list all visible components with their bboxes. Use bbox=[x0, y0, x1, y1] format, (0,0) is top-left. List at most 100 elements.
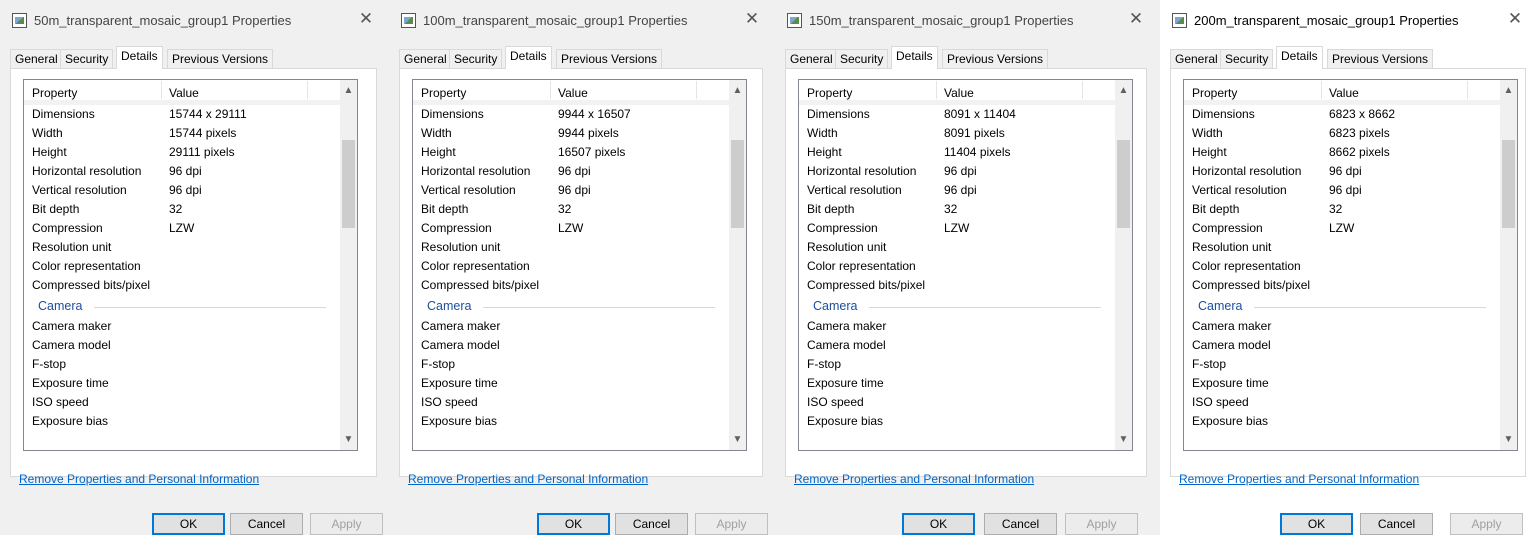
title-bar[interactable]: 150m_transparent_mosaic_group1 Propertie… bbox=[775, 0, 1158, 40]
list-item[interactable]: Exposure bias bbox=[413, 412, 729, 431]
list-item[interactable]: Width 8091 pixels bbox=[799, 124, 1115, 143]
list-item[interactable]: Camera model bbox=[24, 336, 340, 355]
list-item[interactable]: Camera maker bbox=[24, 317, 340, 336]
vertical-scrollbar[interactable]: ▲ ▼ bbox=[729, 80, 746, 450]
tab-details[interactable]: Details bbox=[116, 46, 163, 69]
list-item[interactable]: Width 6823 pixels bbox=[1184, 124, 1500, 143]
list-item[interactable]: Dimensions 8091 x 11404 bbox=[799, 105, 1115, 124]
list-item[interactable]: Resolution unit bbox=[413, 238, 729, 257]
cancel-button[interactable]: Cancel bbox=[615, 513, 688, 535]
list-item[interactable]: Exposure time bbox=[1184, 374, 1500, 393]
list-item[interactable]: Compressed bits/pixel bbox=[24, 276, 340, 295]
list-item[interactable]: Color representation bbox=[1184, 257, 1500, 276]
list-item[interactable]: Camera maker bbox=[799, 317, 1115, 336]
list-item[interactable]: Horizontal resolution 96 dpi bbox=[413, 162, 729, 181]
chevron-down-icon[interactable]: ▼ bbox=[1500, 431, 1517, 448]
tab-general[interactable]: General bbox=[399, 49, 452, 68]
list-item[interactable]: Vertical resolution 96 dpi bbox=[1184, 181, 1500, 200]
list-item[interactable]: Horizontal resolution 96 dpi bbox=[1184, 162, 1500, 181]
tab-security[interactable]: Security bbox=[835, 49, 889, 68]
column-header-property[interactable]: Property bbox=[421, 86, 466, 100]
property-list[interactable]: Image ID Dimensions6823 x 8662Width6823 … bbox=[1183, 79, 1518, 451]
chevron-down-icon[interactable]: ▼ bbox=[1115, 431, 1132, 448]
cancel-button[interactable]: Cancel bbox=[984, 513, 1057, 535]
column-divider[interactable] bbox=[161, 81, 162, 99]
tab-security[interactable]: Security bbox=[60, 49, 114, 68]
ok-button[interactable]: OK bbox=[902, 513, 975, 535]
column-header-property[interactable]: Property bbox=[1192, 86, 1237, 100]
column-divider[interactable] bbox=[696, 81, 697, 99]
list-item[interactable]: F-stop bbox=[413, 355, 729, 374]
ok-button[interactable]: OK bbox=[537, 513, 610, 535]
list-item[interactable]: Resolution unit bbox=[799, 238, 1115, 257]
list-item[interactable]: Color representation bbox=[799, 257, 1115, 276]
group-header-camera[interactable]: Camera bbox=[799, 295, 1115, 317]
list-item[interactable]: Resolution unit bbox=[24, 238, 340, 257]
vertical-scrollbar[interactable]: ▲ ▼ bbox=[1115, 80, 1132, 450]
list-item[interactable]: ISO speed bbox=[1184, 393, 1500, 412]
list-item[interactable]: Compression LZW bbox=[799, 219, 1115, 238]
list-item[interactable]: Vertical resolution 96 dpi bbox=[24, 181, 340, 200]
tab-security[interactable]: Security bbox=[1220, 49, 1274, 68]
property-list[interactable]: Image ID Dimensions8091 x 11404Width8091… bbox=[798, 79, 1133, 451]
scrollbar-thumb[interactable] bbox=[731, 140, 744, 228]
group-header-camera[interactable]: Camera bbox=[24, 295, 340, 317]
list-item[interactable]: Exposure time bbox=[413, 374, 729, 393]
title-bar[interactable]: 50m_transparent_mosaic_group1 Properties… bbox=[0, 0, 388, 40]
list-item[interactable]: ISO speed bbox=[413, 393, 729, 412]
apply-button[interactable]: Apply bbox=[310, 513, 383, 535]
list-item[interactable]: Compression LZW bbox=[1184, 219, 1500, 238]
list-item[interactable]: Height 11404 pixels bbox=[799, 143, 1115, 162]
vertical-scrollbar[interactable]: ▲ ▼ bbox=[1500, 80, 1517, 450]
scrollbar-thumb[interactable] bbox=[1502, 140, 1515, 228]
apply-button[interactable]: Apply bbox=[1450, 513, 1523, 535]
list-item[interactable]: Horizontal resolution 96 dpi bbox=[24, 162, 340, 181]
remove-properties-link[interactable]: Remove Properties and Personal Informati… bbox=[1179, 472, 1419, 486]
list-item[interactable]: F-stop bbox=[1184, 355, 1500, 374]
list-item[interactable]: Vertical resolution 96 dpi bbox=[799, 181, 1115, 200]
column-header-property[interactable]: Property bbox=[807, 86, 852, 100]
column-header-value[interactable]: Value bbox=[944, 86, 974, 100]
chevron-down-icon[interactable]: ▼ bbox=[729, 431, 746, 448]
column-header-value[interactable]: Value bbox=[1329, 86, 1359, 100]
cancel-button[interactable]: Cancel bbox=[230, 513, 303, 535]
tab-previous-versions[interactable]: Previous Versions bbox=[942, 49, 1049, 68]
list-item[interactable]: Bit depth 32 bbox=[24, 200, 340, 219]
tab-security[interactable]: Security bbox=[449, 49, 503, 68]
scrollbar-thumb[interactable] bbox=[1117, 140, 1130, 228]
list-item[interactable]: Color representation bbox=[24, 257, 340, 276]
list-item[interactable]: Camera model bbox=[799, 336, 1115, 355]
tab-general[interactable]: General bbox=[10, 49, 63, 68]
list-item[interactable]: F-stop bbox=[24, 355, 340, 374]
list-item[interactable]: Bit depth 32 bbox=[413, 200, 729, 219]
column-divider[interactable] bbox=[307, 81, 308, 99]
tab-details[interactable]: Details bbox=[1276, 46, 1323, 69]
apply-button[interactable]: Apply bbox=[1065, 513, 1138, 535]
list-item[interactable]: Height 16507 pixels bbox=[413, 143, 729, 162]
list-item[interactable]: ISO speed bbox=[799, 393, 1115, 412]
tab-previous-versions[interactable]: Previous Versions bbox=[167, 49, 274, 68]
list-item[interactable]: F-stop bbox=[799, 355, 1115, 374]
cancel-button[interactable]: Cancel bbox=[1360, 513, 1433, 535]
list-item[interactable]: Resolution unit bbox=[1184, 238, 1500, 257]
list-item[interactable]: Horizontal resolution 96 dpi bbox=[799, 162, 1115, 181]
list-item[interactable]: Height 29111 pixels bbox=[24, 143, 340, 162]
column-divider[interactable] bbox=[1082, 81, 1083, 99]
column-header-value[interactable]: Value bbox=[558, 86, 588, 100]
tab-general[interactable]: General bbox=[785, 49, 838, 68]
group-header-camera[interactable]: Camera bbox=[1184, 295, 1500, 317]
list-item[interactable]: Compression LZW bbox=[24, 219, 340, 238]
list-item[interactable]: Camera model bbox=[413, 336, 729, 355]
property-list[interactable]: Image ID Dimensions15744 x 29111Width157… bbox=[23, 79, 358, 451]
tab-details[interactable]: Details bbox=[891, 46, 938, 69]
column-divider[interactable] bbox=[936, 81, 937, 99]
list-item[interactable]: Color representation bbox=[413, 257, 729, 276]
title-bar[interactable]: 200m_transparent_mosaic_group1 Propertie… bbox=[1160, 0, 1537, 40]
column-divider[interactable] bbox=[1467, 81, 1468, 99]
close-icon[interactable]: ✕ bbox=[1126, 9, 1146, 29]
column-divider[interactable] bbox=[1321, 81, 1322, 99]
chevron-up-icon[interactable]: ▲ bbox=[1115, 82, 1132, 99]
property-list[interactable]: Image ID Dimensions9944 x 16507Width9944… bbox=[412, 79, 747, 451]
list-item[interactable]: Width 15744 pixels bbox=[24, 124, 340, 143]
list-item[interactable]: Vertical resolution 96 dpi bbox=[413, 181, 729, 200]
